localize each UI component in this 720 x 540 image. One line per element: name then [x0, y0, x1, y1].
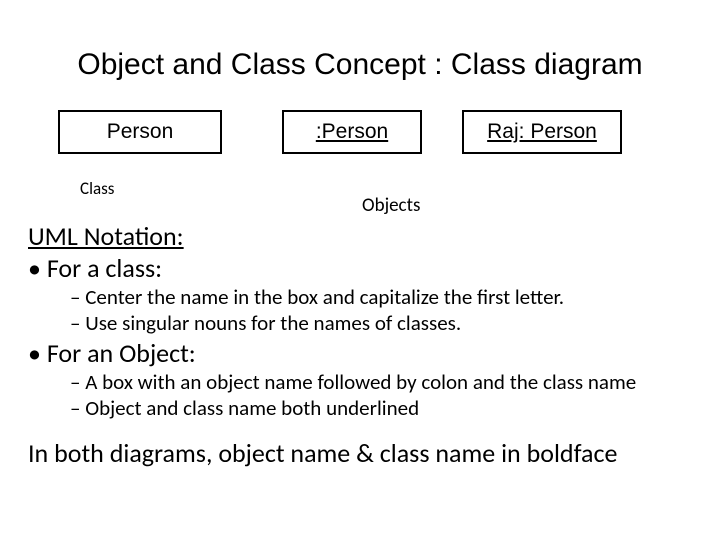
bullet-class-sub-2: Use singular nouns for the names of clas… [28, 310, 692, 336]
uml-notation-heading: UML Notation: [28, 220, 692, 252]
uml-object-box-anonymous: :Person [282, 110, 422, 154]
labels-row: Class Objects [0, 154, 720, 192]
slide-title: Object and Class Concept : Class diagram [0, 0, 720, 110]
bullet-object-sub-2: Object and class name both underlined [28, 395, 692, 421]
footer-text: In both diagrams, object name & class na… [28, 437, 692, 469]
bullet-for-object: For an Object: [28, 337, 692, 369]
uml-class-box: Person [58, 110, 222, 154]
content-area: UML Notation: For a class: Center the na… [0, 220, 720, 469]
objects-label: Objects [362, 194, 420, 217]
class-label: Class [80, 178, 114, 199]
bullet-for-class: For a class: [28, 252, 692, 284]
bullet-object-sub-1: A box with an object name followed by co… [28, 369, 692, 395]
uml-boxes-row: Person :Person Raj: Person [0, 110, 720, 154]
bullet-class-sub-1: Center the name in the box and capitaliz… [28, 284, 692, 310]
uml-object-box-named: Raj: Person [462, 110, 622, 154]
